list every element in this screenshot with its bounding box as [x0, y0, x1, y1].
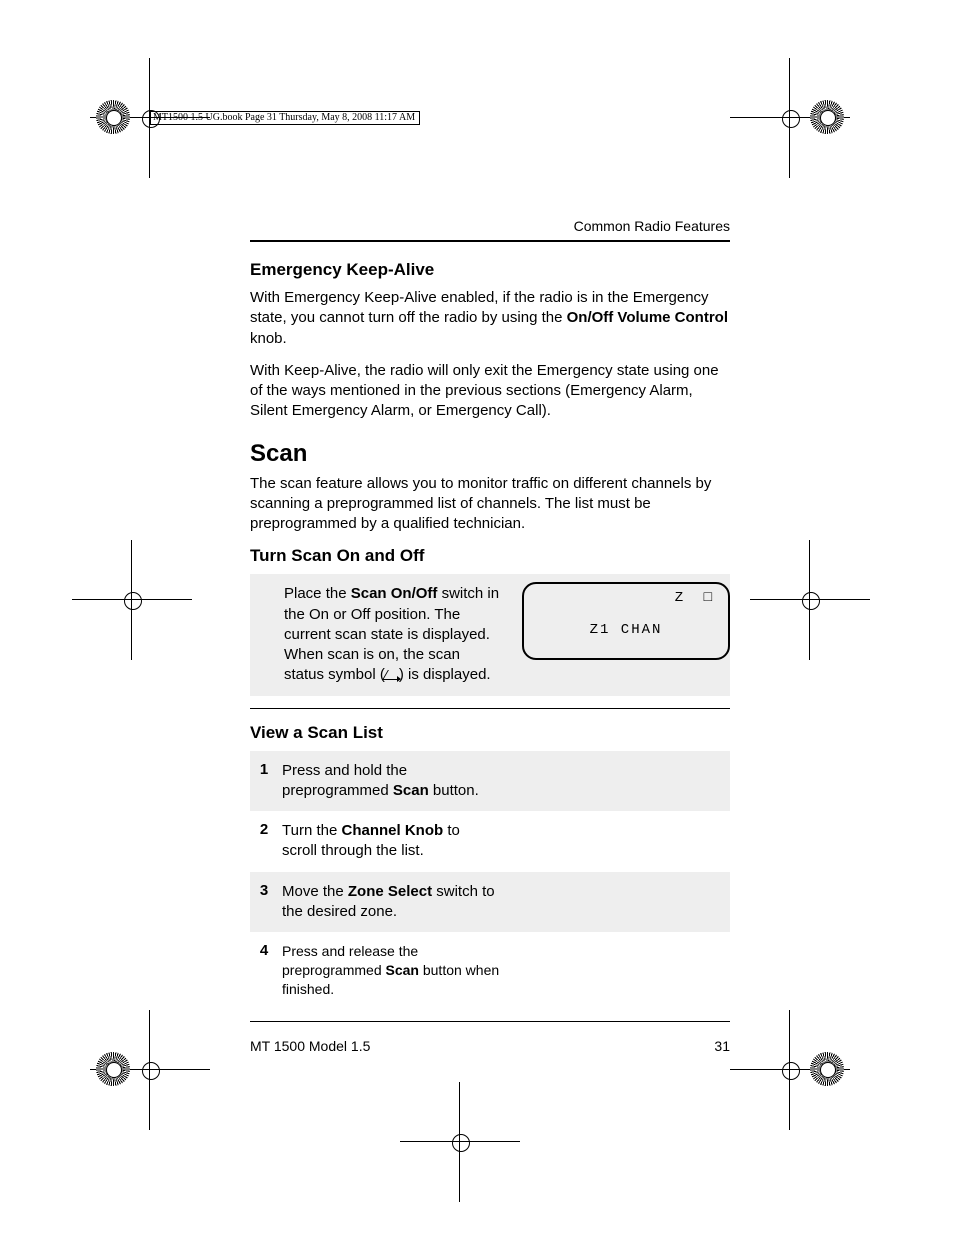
scan-symbol-icon [385, 670, 399, 680]
page-footer: MT 1500 Model 1.5 31 [250, 1038, 730, 1054]
heading-turn-scan: Turn Scan On and Off [250, 546, 730, 566]
paragraph: With Keep-Alive, the radio will only exi… [250, 361, 730, 422]
crop-mark-icon [750, 540, 870, 660]
page-content: Common Radio Features Emergency Keep-Ali… [250, 218, 730, 1036]
print-meta: MT1500 1.5 UG.book Page 31 Thursday, May… [150, 111, 420, 125]
crop-mark-icon [730, 58, 850, 178]
turn-scan-block: Place the Scan On/Off switch in the On o… [250, 574, 730, 695]
list-item: 2 Turn the Channel Knob to scroll throug… [250, 811, 730, 872]
display-status-icons: Z □ [675, 590, 718, 606]
heading-view-scan-list: View a Scan List [250, 723, 730, 743]
divider [250, 240, 730, 242]
list-item: 4 Press and release the preprogrammed Sc… [250, 932, 730, 1009]
display-channel-text: Z1 CHAN [524, 622, 728, 638]
running-head: Common Radio Features [250, 218, 730, 234]
list-item: 1 Press and hold the preprogrammed Scan … [250, 751, 730, 812]
radio-display-icon: Z □ Z1 CHAN [522, 582, 730, 660]
crop-mark-icon [400, 1082, 520, 1202]
divider [250, 1021, 730, 1022]
crop-mark-icon [72, 540, 192, 660]
crop-mark-icon [90, 1010, 210, 1130]
divider [250, 708, 730, 709]
crop-mark-icon [730, 1010, 850, 1130]
paragraph: The scan feature allows you to monitor t… [250, 474, 730, 535]
footer-model: MT 1500 Model 1.5 [250, 1038, 370, 1054]
paragraph: With Emergency Keep-Alive enabled, if th… [250, 288, 730, 349]
heading-emergency-keep-alive: Emergency Keep-Alive [250, 260, 730, 280]
heading-scan: Scan [250, 440, 730, 468]
turn-scan-text: Place the Scan On/Off switch in the On o… [250, 574, 512, 695]
list-item: 3 Move the Zone Select switch to the des… [250, 872, 730, 933]
page-number: 31 [714, 1038, 730, 1054]
